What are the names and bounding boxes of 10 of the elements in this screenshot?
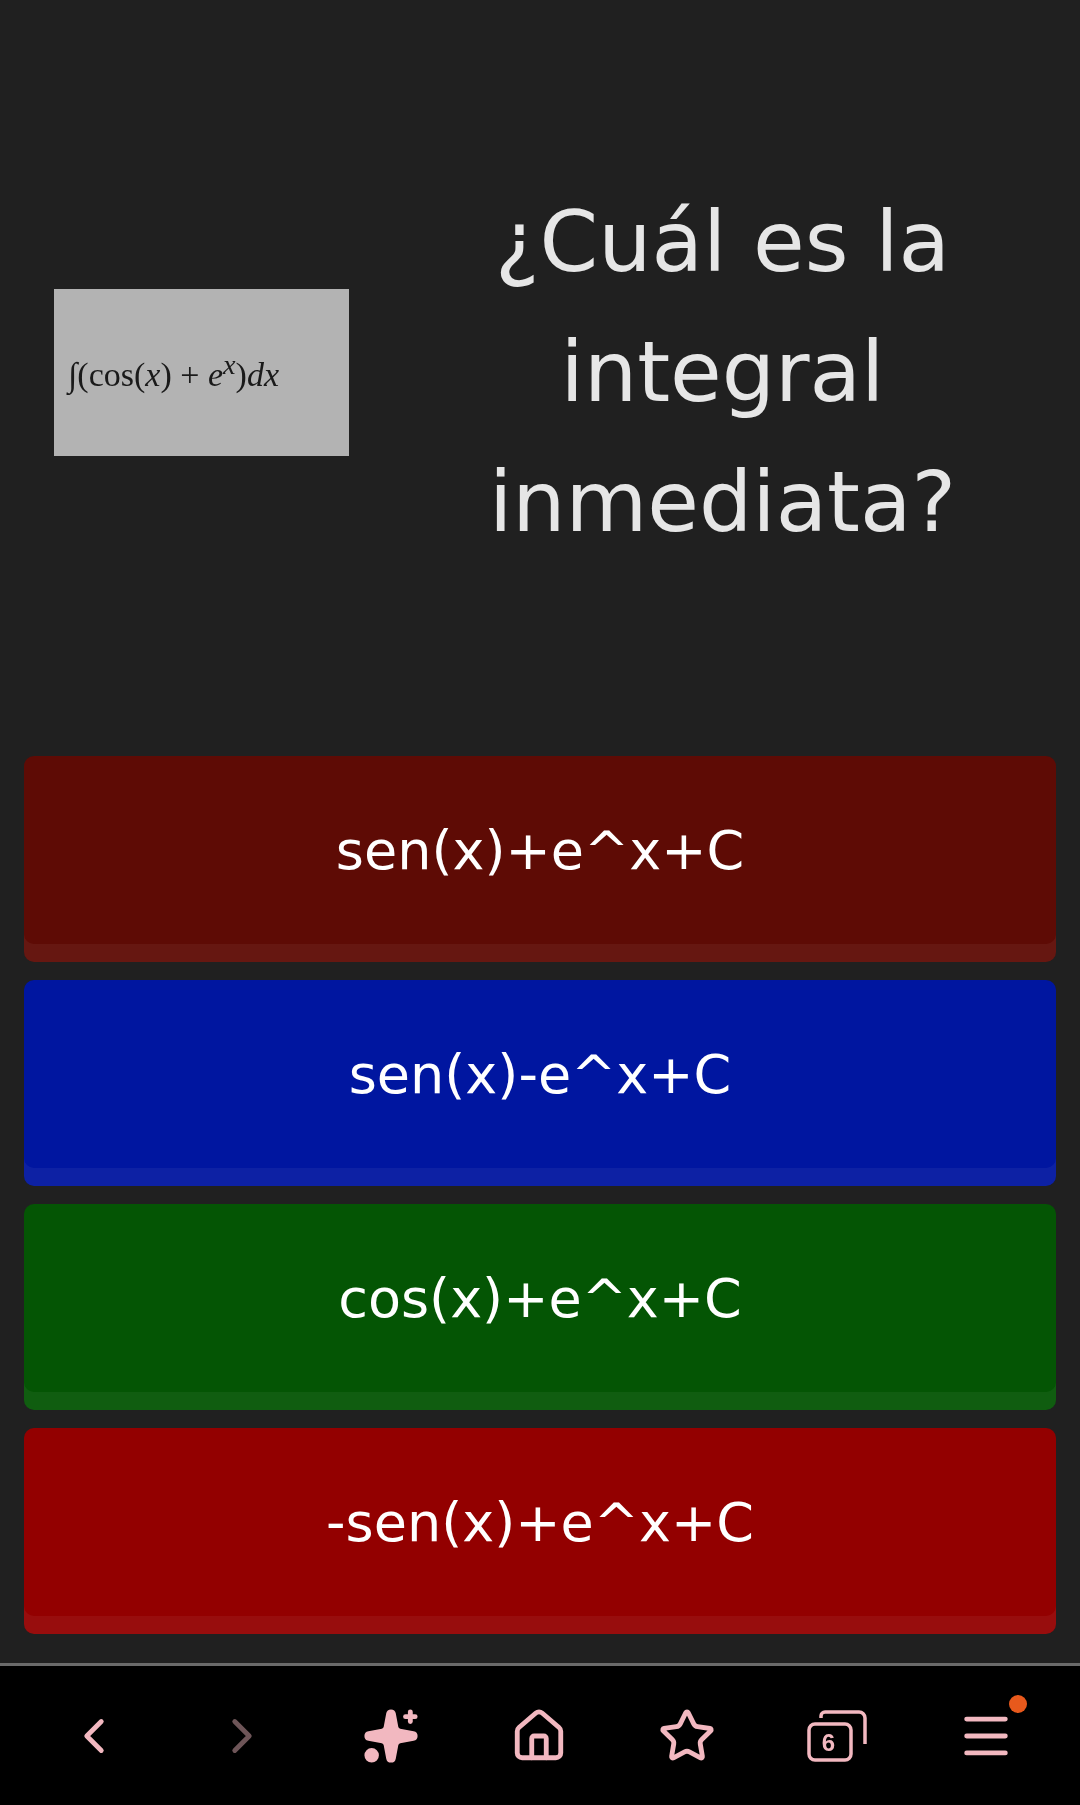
question-text: ¿Cuál es la integral inmediata? <box>487 192 958 553</box>
tabs-icon <box>806 1709 867 1762</box>
answer-button[interactable]: cos(x)+e^x+C <box>24 1204 1056 1410</box>
answer-button[interactable]: -sen(x)+e^x+C <box>24 1428 1056 1634</box>
answer-button[interactable]: sen(x)+e^x+C <box>24 756 1056 962</box>
tabs-button[interactable]: 6 <box>792 1695 881 1776</box>
answer-button[interactable]: sen(x)-e^x+C <box>24 980 1056 1186</box>
formula-image: ∫(cos(x) + e$^{x}$)dx <box>54 288 349 456</box>
tab-count: 6 <box>820 1727 837 1758</box>
sparkles-icon <box>361 1706 420 1765</box>
